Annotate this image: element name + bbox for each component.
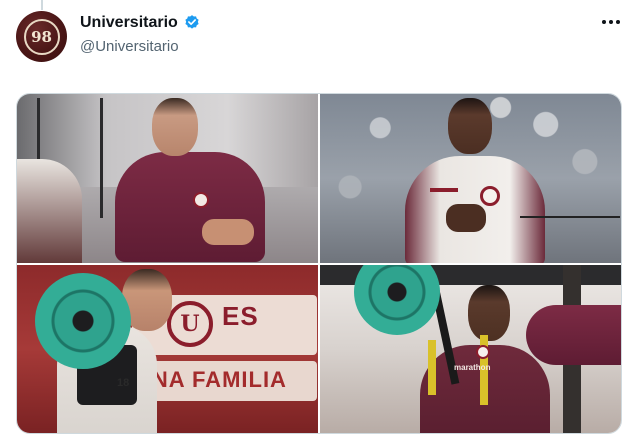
author-handle[interactable]: @Universitario <box>80 38 179 55</box>
more-options-icon[interactable] <box>600 14 622 30</box>
display-name[interactable]: Universitario <box>80 14 178 32</box>
weight-plate <box>354 264 440 335</box>
banner-u-logo: U <box>167 300 213 347</box>
avatar[interactable]: 98 <box>16 11 67 62</box>
banner-es-text: ES <box>222 300 259 331</box>
jersey-number: 18 <box>117 376 130 389</box>
thread-connector-line <box>41 0 43 10</box>
photo-player-training-2[interactable] <box>320 94 621 263</box>
photo-player-training-4[interactable]: marathon <box>320 264 621 433</box>
verified-badge-icon <box>185 15 199 29</box>
banner-familia-text: UNA FAMILIA <box>135 366 287 392</box>
weight-plate <box>35 272 131 369</box>
author-name-row: Universitario <box>80 14 201 32</box>
media-grid: U ES UNA FAMILIA 18 marathon <box>16 93 622 434</box>
photo-player-training-1[interactable] <box>17 94 318 263</box>
shirt-brand-text: marathon <box>454 362 491 372</box>
photo-player-training-3[interactable]: U ES UNA FAMILIA 18 <box>17 264 318 433</box>
avatar-logo: 98 <box>23 18 60 55</box>
